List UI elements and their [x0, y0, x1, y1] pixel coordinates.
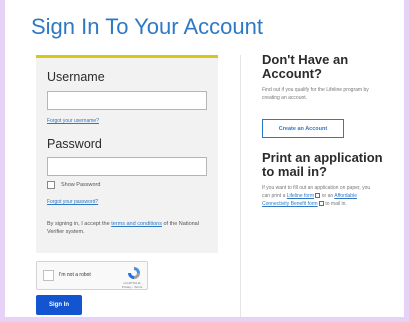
- recaptcha-widget: I'm not a robot reCAPTCHA Privacy - Term…: [36, 261, 148, 290]
- print-text-2: or an: [320, 193, 335, 199]
- print-text-3: to mail in.: [323, 201, 347, 207]
- lifeline-form-link[interactable]: Lifeline form: [287, 193, 314, 199]
- password-label: Password: [47, 137, 102, 151]
- terms-link[interactable]: terms and conditions: [111, 221, 162, 227]
- recaptcha-links[interactable]: Privacy - Terms: [121, 285, 143, 289]
- recaptcha-label: I'm not a robot: [59, 272, 91, 278]
- page-title: Sign In To Your Account: [31, 14, 263, 39]
- print-application-heading: Print an application to mail in?: [262, 150, 383, 179]
- sign-in-button[interactable]: Sign In: [36, 295, 82, 315]
- no-account-heading: Don't Have an Account?: [262, 52, 349, 81]
- no-account-text: Find out if you qualify for the Lifeline…: [262, 87, 369, 101]
- recaptcha-brand: reCAPTCHA Privacy - Terms: [121, 281, 143, 289]
- show-password-checkbox[interactable]: [47, 181, 55, 189]
- sign-in-form: Username Forgot your username? Password …: [36, 55, 218, 253]
- column-divider: [240, 55, 241, 317]
- username-label: Username: [47, 70, 105, 84]
- recaptcha-logo-icon: [128, 267, 140, 279]
- recaptcha-checkbox[interactable]: [43, 270, 54, 281]
- create-account-button[interactable]: Create an Account: [262, 119, 344, 138]
- username-input[interactable]: [47, 91, 207, 110]
- show-password-label: Show Password: [61, 182, 101, 188]
- password-input[interactable]: [47, 157, 207, 176]
- forgot-password-link[interactable]: Forgot your password?: [47, 199, 98, 205]
- print-application-text: If you want to fill out an application o…: [262, 184, 374, 208]
- terms-text: By signing in, I accept the terms and co…: [47, 220, 212, 236]
- forgot-username-link[interactable]: Forgot your username?: [47, 118, 99, 124]
- terms-prefix: By signing in, I accept the: [47, 221, 112, 227]
